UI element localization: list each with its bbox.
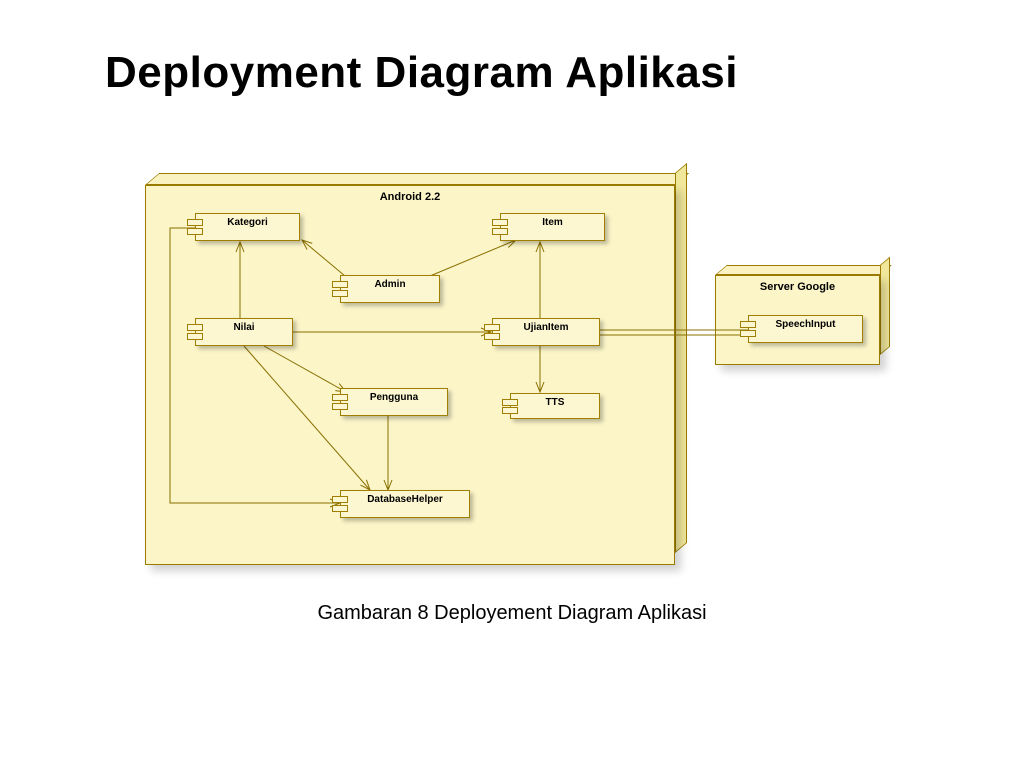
component-speechinput: SpeechInput	[748, 315, 863, 343]
component-nilai: Nilai	[195, 318, 293, 346]
component-kategori: Kategori	[195, 213, 300, 241]
component-item: Item	[500, 213, 605, 241]
page-title: Deployment Diagram Aplikasi	[105, 48, 738, 98]
component-item-label: Item	[501, 217, 604, 228]
component-tts: TTS	[510, 393, 600, 419]
figure-caption: Gambaran 8 Deployement Diagram Aplikasi	[0, 602, 1024, 625]
component-speechinput-label: SpeechInput	[749, 319, 862, 330]
component-admin-label: Admin	[341, 279, 439, 290]
component-pengguna-label: Pengguna	[341, 392, 447, 403]
node-server-label: Server Google	[715, 281, 880, 293]
component-admin: Admin	[340, 275, 440, 303]
component-tts-label: TTS	[511, 397, 599, 408]
component-databasehelper-label: DatabaseHelper	[341, 494, 469, 505]
component-databasehelper: DatabaseHelper	[340, 490, 470, 518]
component-kategori-label: Kategori	[196, 217, 299, 228]
node-android-label: Android 2.2	[145, 191, 675, 203]
component-pengguna: Pengguna	[340, 388, 448, 416]
component-ujianitem-label: UjianItem	[493, 322, 599, 333]
component-nilai-label: Nilai	[196, 322, 292, 333]
component-ujianitem: UjianItem	[492, 318, 600, 346]
